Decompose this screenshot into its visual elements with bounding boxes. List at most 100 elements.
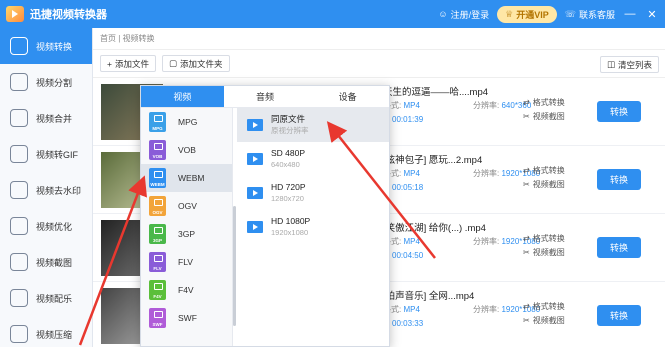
film-icon (247, 187, 263, 199)
icon-tag: MPG (152, 126, 163, 131)
output-format-panel: 视频 音频 设备 MPG MPG VOB VOB WEBM WEBM OGV OGV 3… (140, 85, 390, 347)
swf-file-icon: SWF (149, 308, 166, 328)
format-item-vob[interactable]: VOB VOB (141, 136, 232, 164)
screenshot-icon (10, 253, 28, 271)
mpg-file-icon: MPG (149, 112, 166, 132)
format-label: VOB (178, 145, 196, 155)
vob-file-icon: VOB (149, 140, 166, 160)
resolution-item-original[interactable]: 同原文件 原视分辨率 (237, 108, 389, 142)
format-convert-option[interactable]: ⇄ 格式转换 (523, 301, 565, 312)
format-convert-label: 格式转换 (532, 166, 565, 175)
format-list-scrollbar[interactable] (233, 206, 236, 326)
icon-tag: WEBM (150, 182, 165, 187)
format-item-webm[interactable]: WEBM WEBM (141, 164, 232, 192)
resolution-item-720p[interactable]: HD 720P 1280x720 (237, 176, 389, 210)
convert-icon (10, 37, 28, 55)
format-convert-option[interactable]: ⇄ 格式转换 (523, 233, 565, 244)
screenshot-label: 视频截图 (532, 316, 565, 325)
headset-icon: ☏ (564, 8, 576, 19)
login-link[interactable]: ☺ 注册/登录 (438, 8, 489, 21)
f4v-file-icon: F4V (149, 280, 166, 300)
resolution-sub: 640x480 (271, 160, 300, 169)
sidebar-item-label: 视频合并 (36, 113, 73, 124)
screenshot-option[interactable]: ✂ 视频截图 (523, 247, 565, 258)
music-icon (10, 289, 28, 307)
3gp-file-icon: 3GP (149, 224, 166, 244)
screenshot-option[interactable]: ✂ 视频截图 (523, 179, 565, 190)
resolution-label: 分辨率: (473, 101, 500, 110)
resolution-item-1080p[interactable]: HD 1080P 1920x1080 (237, 210, 389, 244)
add-folder-label: 添加文件夹 (180, 58, 223, 69)
toolbar: + 添加文件 ▢ 添加文件夹 (93, 50, 665, 78)
convert-button[interactable]: 转换 (597, 101, 641, 122)
app-logo-icon (6, 6, 24, 22)
webm-file-icon: WEBM (149, 168, 166, 188)
sidebar-item-video-compress[interactable]: 视频压缩 (0, 316, 92, 347)
format-item-f4v[interactable]: F4V F4V (141, 276, 232, 304)
sidebar-item-video-optimize[interactable]: 视频优化 (0, 208, 92, 244)
format-label: 3GP (178, 229, 196, 239)
close-button[interactable]: ✕ (645, 8, 659, 21)
crown-icon: ♕ (505, 8, 514, 19)
sidebar-item-video-music[interactable]: 视频配乐 (0, 280, 92, 316)
format-item-swf[interactable]: SWF SWF (141, 304, 232, 332)
sidebar-item-video-split[interactable]: 视频分割 (0, 64, 92, 100)
tab-video[interactable]: 视频 (141, 86, 224, 107)
add-file-button[interactable]: + 添加文件 (100, 55, 156, 72)
scissors-icon: ✂ (523, 316, 530, 325)
convert-button[interactable]: 转换 (597, 169, 641, 190)
ogv-file-icon: OGV (149, 196, 166, 216)
sidebar-item-video-gif[interactable]: 视频转GIF (0, 136, 92, 172)
file-name: [柏声音乐] 全网...mp4 (383, 291, 475, 302)
screenshot-option[interactable]: ✂ 视频截图 (523, 111, 565, 122)
film-icon (247, 119, 263, 131)
sidebar-item-label: 视频转GIF (36, 149, 78, 160)
minimize-button[interactable]: — (623, 8, 637, 20)
convert-button[interactable]: 转换 (597, 237, 641, 258)
resolution-item-480p[interactable]: SD 480P 640x480 (237, 142, 389, 176)
sidebar: 视频转换 视频分割 视频合并 视频转GIF 视频去水印 视频优化 视频截图 视频… (0, 28, 93, 347)
tab-audio[interactable]: 音频 (224, 86, 307, 107)
format-convert-label: 格式转换 (532, 98, 565, 107)
convert-small-icon: ⇄ (523, 234, 530, 243)
resolution-list: 同原文件 原视分辨率 SD 480P 640x480 HD 720P 1280x720… (237, 108, 389, 346)
sidebar-item-video-convert[interactable]: 视频转换 (0, 28, 92, 64)
resolution-sub: 1280x720 (271, 194, 304, 203)
sidebar-item-video-screenshot[interactable]: 视频截图 (0, 244, 92, 280)
scissors-icon: ✂ (523, 180, 530, 189)
scissors-icon: ✂ (523, 248, 530, 257)
film-icon (247, 221, 263, 233)
gif-icon (10, 145, 28, 163)
clear-list-button[interactable]: ◫ 清空列表 (599, 56, 659, 73)
sidebar-item-label: 视频截图 (36, 257, 73, 268)
title-bar: 迅捷视频转换器 ☺ 注册/登录 ♕ 开通VIP ☏ 联系客服 — ✕ (0, 0, 665, 28)
scissors-icon: ✂ (523, 112, 530, 121)
format-value: MP4 (403, 101, 420, 110)
add-folder-button[interactable]: ▢ 添加文件夹 (161, 55, 230, 72)
format-item-mpg[interactable]: MPG MPG (141, 108, 232, 136)
format-item-ogv[interactable]: OGV OGV (141, 192, 232, 220)
format-item-3gp[interactable]: 3GP 3GP (141, 220, 232, 248)
screenshot-option[interactable]: ✂ 视频截图 (523, 315, 565, 326)
sidebar-item-remove-watermark[interactable]: 视频去水印 (0, 172, 92, 208)
format-convert-option[interactable]: ⇄ 格式转换 (523, 165, 565, 176)
screenshot-label: 视频截图 (532, 248, 565, 257)
icon-tag: FLV (153, 266, 162, 271)
convert-button[interactable]: 转换 (597, 305, 641, 326)
tab-device[interactable]: 设备 (306, 86, 389, 107)
format-item-flv[interactable]: FLV FLV (141, 248, 232, 276)
service-label: 联系客服 (578, 9, 615, 20)
sidebar-item-label: 视频转换 (36, 41, 73, 52)
format-value: MP4 (403, 169, 420, 178)
format-convert-option[interactable]: ⇄ 格式转换 (523, 97, 565, 108)
service-link[interactable]: ☏ 联系客服 (565, 8, 615, 21)
sidebar-item-label: 视频分割 (36, 77, 73, 88)
format-convert-label: 格式转换 (532, 302, 565, 311)
resolution-title: 同原文件 (271, 114, 306, 124)
format-label: SWF (178, 313, 197, 323)
resolution-label: 分辨率: (473, 169, 500, 178)
convert-small-icon: ⇄ (523, 166, 530, 175)
duration-value: 00:03:33 (392, 319, 424, 328)
vip-button[interactable]: ♕ 开通VIP (497, 5, 557, 23)
sidebar-item-video-merge[interactable]: 视频合并 (0, 100, 92, 136)
